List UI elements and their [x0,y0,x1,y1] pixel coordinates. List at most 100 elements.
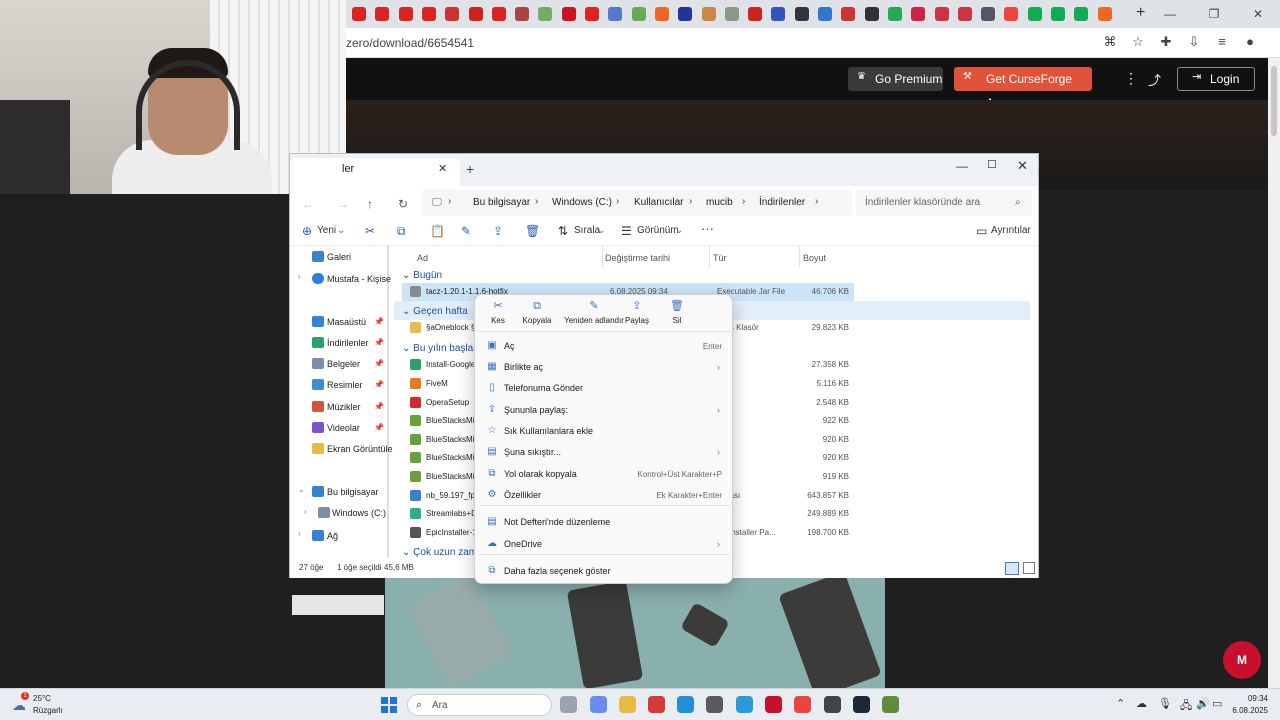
browser-tab-favicon[interactable] [445,7,460,21]
browser-tab-favicon[interactable] [538,7,553,21]
details-button[interactable]: Ayrıntılar [991,225,1031,236]
weather-description[interactable]: Rüzgarlı [33,706,63,715]
refresh-icon[interactable]: ↻ [398,197,408,211]
column-header-modified[interactable]: Değiştirme tarihi [605,253,670,263]
browser-tab-favicon[interactable] [352,7,366,21]
menu-item[interactable]: ⧉ Yol olarak kopyala Kontrol+Üst Karakter+… [479,464,730,485]
column-divider[interactable] [709,246,710,268]
mcafee-badge[interactable]: M [1223,641,1261,679]
new-tab-button[interactable]: + [1136,4,1145,22]
weather-temperature[interactable]: 25°C [33,694,51,703]
sidebar-item-pictures[interactable]: Resimler [327,380,363,390]
explorer-search-input[interactable]: İndirilenler klasöründe ara [856,190,1032,216]
group-header-this-year[interactable]: ⌄ Bu yılın başları [402,343,479,354]
sidebar-item-onedrive[interactable]: Mustafa - Kişise [327,274,391,284]
browser-minimize-button[interactable]: — [1148,0,1192,28]
share-icon[interactable]: ⇪ [493,224,503,238]
column-divider[interactable] [799,246,800,268]
menu-item[interactable]: ⚙ Özellikler Ek Karakter+Enter [479,485,730,506]
bookmark-star-icon[interactable]: ☆ [1130,34,1146,50]
breadcrumb[interactable]: Bu bilgisayar [473,197,530,208]
delete-icon[interactable]: 🗑 [525,224,540,238]
chevron-right-icon[interactable]: › [298,272,301,281]
sidebar-item-network[interactable]: Ağ [327,531,338,541]
menu-item[interactable]: ☁ OneDrive › [479,534,730,555]
browser-tab-favicon[interactable] [561,7,576,21]
search-icon[interactable]: ⌕ [1015,197,1021,208]
minecraft-icon[interactable] [882,696,899,713]
explorer-address-box[interactable]: 🖵 › Bu bilgisayar › Windows (C:) › Kulla… [422,190,852,216]
browser-tab-favicon[interactable] [654,7,669,21]
explorer-maximize-button[interactable]: ☐ [987,158,997,171]
browser-tab-favicon[interactable] [1051,7,1065,21]
browser-tab-favicon[interactable] [678,7,693,21]
file-explorer-icon[interactable] [619,696,636,713]
chevron-up-icon[interactable]: ⌃ [1116,697,1125,710]
page-scrollbar[interactable] [1268,58,1280,688]
sidebar-item-desktop[interactable]: Masaüstü [327,317,366,327]
task-view-icon[interactable] [560,696,577,713]
sidebar-item-music[interactable]: Müzikler [327,402,361,412]
microphone-icon[interactable]: 🎙 [1158,697,1172,710]
app-icon[interactable] [648,696,665,713]
get-curseforge-app-button[interactable]: Get CurseForge App [954,67,1092,110]
browser-restore-button[interactable]: ❐ [1192,0,1236,28]
browser-tab-favicon[interactable] [724,7,739,21]
explorer-close-button[interactable]: ✕ [1017,158,1028,174]
clock-time[interactable]: 09:34 [1238,694,1268,703]
more-button[interactable]: ··· [701,221,714,236]
group-header-long-ago[interactable]: ⌄ Çok uzun zama [402,547,483,558]
more-options-icon[interactable]: ⋮ [1124,70,1138,87]
column-divider[interactable] [602,246,603,268]
back-arrow-icon[interactable]: ← [302,197,314,211]
sidebar-item-downloads[interactable]: İndirilenler [327,338,369,348]
app-icon[interactable] [736,696,753,713]
browser-tab-favicon[interactable] [515,7,530,21]
browser-tab-favicon[interactable] [1004,7,1019,21]
browser-tab-favicon[interactable] [771,7,786,21]
page-scroll-thumb[interactable] [1271,66,1277,136]
quick-action-paylaş[interactable]: ⇪ Paylaş [615,299,659,331]
explorer-new-tab-button[interactable]: + [466,161,474,177]
group-header-today[interactable]: ⌄ Bugün [402,270,442,281]
column-header-name[interactable]: Ad [417,253,428,263]
menu-item[interactable]: ⇪ Şununla paylaş: › [479,400,730,421]
browser-tab-favicon[interactable] [981,7,996,21]
steam-icon[interactable] [853,696,870,713]
media-icon[interactable]: ≡ [1214,34,1230,50]
menu-item[interactable]: ▯ Telefonuma Gönder [479,378,730,399]
paste-icon[interactable]: 📋 [430,224,445,238]
browser-tab-favicon[interactable] [468,7,483,21]
browser-tab-favicon[interactable] [911,7,926,21]
explorer-minimize-button[interactable]: — [956,159,968,173]
extensions-icon[interactable]: ✚ [1158,34,1174,50]
sidebar-item-gallery[interactable]: Galeri [327,252,351,262]
copy-icon[interactable]: ⧉ [397,224,406,239]
login-button[interactable]: Login [1177,67,1255,91]
sidebar-item-videos[interactable]: Videolar [327,423,360,433]
quick-action-sil[interactable]: 🗑 Sil [655,299,699,331]
browser-tab-favicon[interactable] [701,7,716,21]
app-icon[interactable] [706,696,723,713]
browser-tab-favicon[interactable] [934,7,949,21]
share-icon[interactable]: ⤴ [1148,70,1161,89]
forward-arrow-icon[interactable]: → [337,197,349,211]
browser-tab-favicon[interactable] [841,7,856,21]
quick-action-kopyala[interactable]: ⧉ Kopyala [515,299,559,331]
edge-icon[interactable] [677,696,694,713]
browser-tab-favicon[interactable] [398,7,413,21]
download-icon[interactable]: ⇩ [1186,34,1202,50]
menu-item[interactable]: ⧉ Daha fazla seçenek göster [479,561,730,582]
browser-tab-favicon[interactable] [1097,7,1112,21]
chrome-icon[interactable] [794,696,811,713]
copilot-icon[interactable] [590,696,607,713]
browser-tab-favicon[interactable] [1027,7,1042,21]
tab-close-icon[interactable]: ✕ [438,162,447,175]
sidebar-item-screenshots[interactable]: Ekran Görüntüle [327,444,393,454]
breadcrumb[interactable]: İndirilenler [759,197,805,208]
menu-item[interactable]: ☆ Sık Kullanılanlara ekle [479,421,730,442]
cut-icon[interactable]: ✂ [365,224,375,238]
browser-tab-favicon[interactable] [887,7,902,21]
view-button[interactable]: Görünüm [637,225,679,236]
browser-tab-favicon[interactable] [818,7,832,21]
